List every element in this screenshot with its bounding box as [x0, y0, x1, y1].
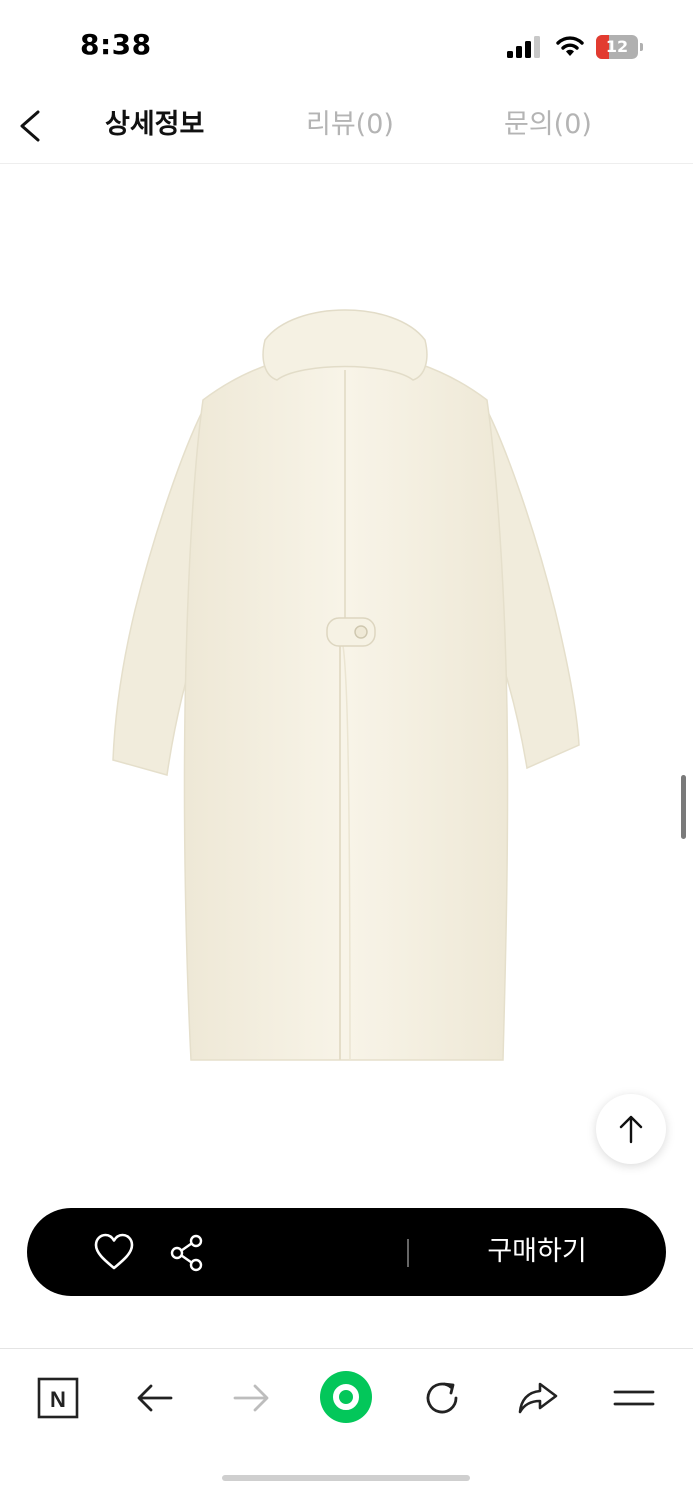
- status-bar: 8:38 12: [0, 0, 693, 90]
- battery-level: 12: [605, 37, 629, 56]
- heart-icon[interactable]: [93, 1232, 135, 1272]
- purchase-divider: [407, 1239, 409, 1267]
- scroll-indicator[interactable]: [681, 775, 686, 839]
- purchase-bar: 구매하기: [27, 1208, 666, 1296]
- green-dot-icon[interactable]: [318, 1369, 374, 1425]
- chevron-left-icon[interactable]: [14, 106, 48, 146]
- home-indicator[interactable]: [222, 1475, 470, 1481]
- tab-reviews[interactable]: 리뷰(0): [306, 108, 394, 142]
- arrow-up-icon: [619, 1115, 643, 1144]
- svg-text:N: N: [50, 1387, 66, 1412]
- wifi-icon: [556, 36, 584, 56]
- tab-inquiries[interactable]: 문의(0): [504, 108, 592, 142]
- scroll-top-button[interactable]: [596, 1094, 666, 1164]
- browser-toolbar: N: [0, 1348, 693, 1500]
- status-time: 8:38: [80, 28, 152, 61]
- share-icon[interactable]: [169, 1234, 205, 1272]
- signal-icon: [507, 36, 540, 58]
- reload-icon[interactable]: [420, 1376, 464, 1420]
- forward-arrow-icon[interactable]: [229, 1376, 273, 1420]
- battery-icon: 12: [596, 35, 644, 59]
- menu-icon[interactable]: [612, 1376, 656, 1420]
- naver-n-icon[interactable]: N: [36, 1376, 80, 1420]
- product-image: [112, 309, 580, 1061]
- tab-detail-info[interactable]: 상세정보: [105, 108, 204, 142]
- share-forward-icon[interactable]: [516, 1376, 560, 1420]
- detail-header: 상세정보 리뷰(0) 문의(0): [0, 90, 693, 164]
- buy-button[interactable]: 구매하기: [432, 1208, 642, 1296]
- back-arrow-icon[interactable]: [133, 1376, 177, 1420]
